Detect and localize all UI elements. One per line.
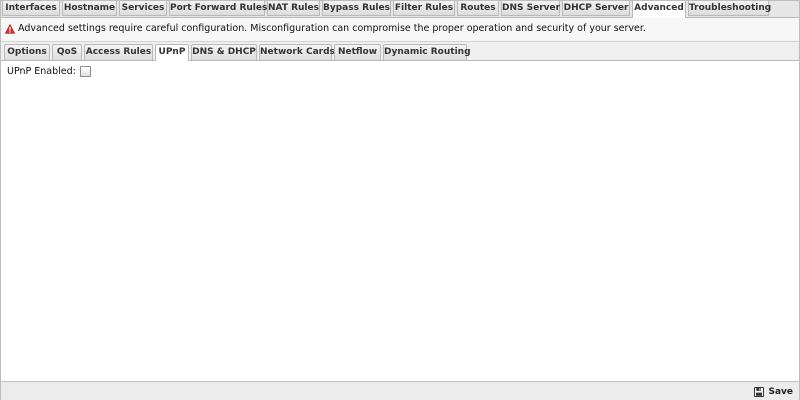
tab-routes[interactable]: Routes (457, 1, 499, 16)
app-frame: Interfaces Hostname Services Port Forwar… (0, 0, 800, 400)
tab-interfaces[interactable]: Interfaces (2, 1, 60, 16)
tab-dhcp-server[interactable]: DHCP Server (562, 1, 630, 16)
floppy-disk-icon (754, 386, 765, 397)
subtab-netflow[interactable]: Netflow (334, 44, 381, 60)
subtab-access-rules[interactable]: Access Rules (84, 44, 153, 60)
save-button[interactable]: Save (754, 385, 793, 398)
upnp-enabled-checkbox[interactable] (79, 65, 91, 77)
upnp-panel: UPnP Enabled: (1, 61, 799, 381)
save-label: Save (768, 386, 793, 397)
subtab-options[interactable]: Options (4, 44, 50, 60)
warning-triangle-icon (5, 24, 15, 34)
tab-hostname[interactable]: Hostname (62, 1, 117, 16)
subtab-network-cards[interactable]: Network Cards (259, 44, 335, 60)
tab-services[interactable]: Services (119, 1, 167, 16)
upnp-enabled-label: UPnP Enabled: (7, 65, 76, 77)
tab-troubleshooting[interactable]: Troubleshooting (688, 1, 771, 16)
upnp-enabled-row: UPnP Enabled: (7, 64, 91, 78)
tab-nat-rules[interactable]: NAT Rules (267, 1, 320, 16)
tab-advanced[interactable]: Advanced (632, 1, 686, 18)
subtab-qos[interactable]: QoS (52, 44, 82, 60)
tab-dns-server[interactable]: DNS Server (501, 1, 560, 16)
tab-filter-rules[interactable]: Filter Rules (393, 1, 455, 16)
tab-bypass-rules[interactable]: Bypass Rules (322, 1, 391, 16)
footer-bar: Save (1, 381, 799, 400)
warning-text: Advanced settings require careful config… (18, 23, 646, 34)
subtab-upnp[interactable]: UPnP (155, 44, 189, 61)
tab-port-forward-rules[interactable]: Port Forward Rules (169, 1, 267, 16)
subtab-dns-dhcp[interactable]: DNS & DHCP (191, 44, 257, 60)
top-tab-bar: Interfaces Hostname Services Port Forwar… (1, 1, 799, 18)
subtab-dynamic-routing[interactable]: Dynamic Routing (383, 44, 471, 60)
sub-tab-bar: Options QoS Access Rules UPnP DNS & DHCP… (1, 42, 799, 61)
warning-banner: Advanced settings require careful config… (1, 18, 799, 42)
